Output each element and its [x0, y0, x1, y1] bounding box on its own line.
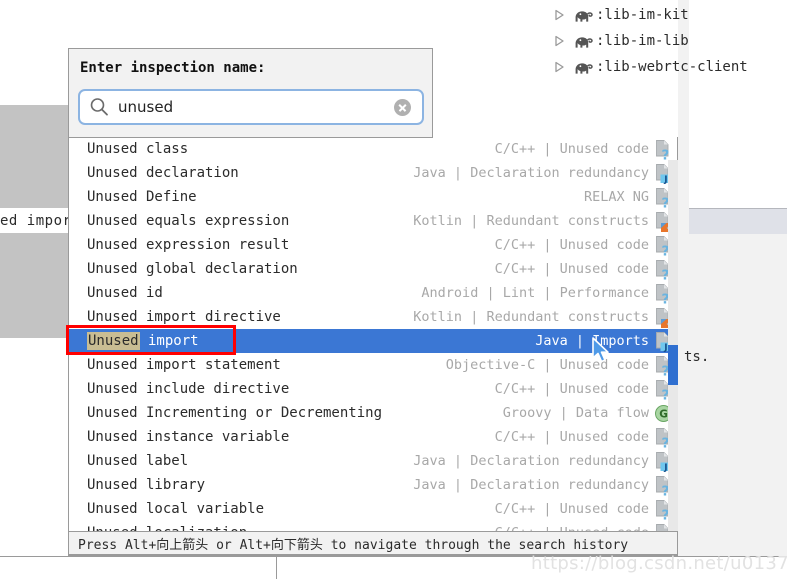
file-question-icon: ? — [653, 139, 674, 164]
result-row-name: Unused Define — [87, 189, 197, 205]
result-row-meta: RELAX NG — [583, 189, 649, 205]
result-row-meta: Groovy | Data flow — [502, 405, 649, 421]
gradle-elephant-icon — [570, 33, 596, 50]
result-row-name: Unused Incrementing or Decrementing — [87, 405, 383, 421]
result-row-meta: C/C++ | Unused code — [494, 501, 649, 517]
clear-circle-icon[interactable] — [394, 98, 411, 116]
background-bottom-divider — [276, 556, 277, 579]
gradle-tree-label: :lib-webrtc-client — [596, 59, 748, 75]
watermark: https://blog.csdn.net/u013718730 — [531, 553, 787, 574]
result-row-name: Unused instance variable — [87, 429, 290, 445]
chevron-right-icon[interactable] — [548, 9, 570, 21]
inspection-results-list[interactable]: Unused class C/C++ | Unused code? Unused d… — [68, 137, 678, 556]
result-row[interactable]: Unused library Java | Declaration redunda… — [69, 473, 677, 500]
result-row-name: Unused import — [87, 332, 199, 350]
result-row[interactable]: Unused include directive C/C++ | Unused c… — [69, 377, 677, 404]
mouse-cursor-icon — [592, 337, 612, 369]
chevron-right-icon[interactable] — [548, 35, 570, 47]
background-text-ts-fragment: ts. — [684, 349, 710, 365]
background-right-content-panel — [689, 234, 787, 579]
result-row-name: Unused expression result — [87, 237, 290, 253]
gradle-elephant-icon — [570, 59, 596, 76]
search-history-hint-bar: Press Alt+向上箭头 or Alt+向下箭头 to navigate t… — [68, 531, 678, 555]
result-row-name: Unused local variable — [87, 501, 265, 517]
svg-text:G: G — [659, 409, 668, 421]
result-row-meta: Kotlin | Redundant constructs — [413, 213, 649, 229]
result-row-meta: C/C++ | Unused code — [494, 381, 649, 397]
result-row-name: Unused id — [87, 285, 163, 301]
search-history-hint-text: Press Alt+向上箭头 or Alt+向下箭头 to navigate t… — [78, 537, 629, 553]
result-row-name: Unused import directive — [87, 309, 281, 325]
result-row-name: Unused label — [87, 453, 189, 469]
search-field-wrapper[interactable] — [78, 89, 424, 125]
gradle-tree-row[interactable]: :lib-im-lib — [548, 28, 787, 54]
svg-text:J: J — [663, 175, 667, 184]
inspection-name-popup: Enter inspection name: — [68, 48, 433, 138]
result-row[interactable]: Unused id Android | Lint | Performance? — [69, 281, 677, 308]
result-row-name: Unused global declaration — [87, 261, 298, 277]
gradle-project-tree: :lib-im-kit :lib-im-lib :lib-webrtc-client — [548, 2, 787, 80]
result-row[interactable]: Unused Incrementing or Decrementing Groov… — [69, 401, 677, 425]
results-scrollbar-thumb[interactable] — [668, 345, 678, 385]
result-row[interactable]: Unused local variable C/C++ | Unused code… — [69, 497, 677, 524]
svg-text:J: J — [663, 463, 667, 472]
result-row[interactable]: Unused declaration Java | Declaration red… — [69, 161, 677, 185]
match-highlight: Unused — [87, 332, 140, 350]
result-row[interactable]: Unused import statement Objective-C | Unu… — [69, 353, 677, 380]
result-row-meta: Java | Declaration redundancy — [413, 165, 649, 181]
search-input[interactable] — [116, 97, 394, 117]
result-row-name: Unused class — [87, 141, 189, 157]
result-row-meta: C/C++ | Unused code — [494, 237, 649, 253]
chevron-right-icon[interactable] — [548, 61, 570, 73]
search-icon — [88, 96, 110, 118]
result-row-meta: C/C++ | Unused code — [494, 261, 649, 277]
result-row[interactable]: Unused class C/C++ | Unused code? — [69, 137, 677, 164]
result-row-selected[interactable]: Unused import Java | Imports J — [69, 329, 677, 353]
result-row[interactable]: Unused label Java | Declaration redundanc… — [69, 449, 677, 473]
result-row[interactable]: Unused expression result C/C++ | Unused c… — [69, 233, 677, 260]
result-row-meta: Kotlin | Redundant constructs — [413, 309, 649, 325]
result-row-name: Unused equals expression — [87, 213, 290, 229]
background-right-header-panel — [689, 208, 787, 236]
gradle-tree-row[interactable]: :lib-webrtc-client — [548, 54, 787, 80]
result-row[interactable]: Unused equals expression Kotlin | Redunda… — [69, 209, 677, 233]
result-row-name: Unused import statement — [87, 357, 281, 373]
svg-text:?: ? — [662, 148, 670, 161]
gradle-tree-label: :lib-im-lib — [596, 33, 689, 49]
popup-title: Enter inspection name: — [80, 60, 266, 76]
result-row[interactable]: Unused Define RELAX NG? — [69, 185, 677, 212]
result-row[interactable]: Unused instance variable C/C++ | Unused c… — [69, 425, 677, 452]
gradle-tree-row[interactable]: :lib-im-kit — [548, 2, 787, 28]
result-row-meta: C/C++ | Unused code — [494, 429, 649, 445]
result-row-meta: Java | Declaration redundancy — [413, 453, 649, 469]
result-row-meta: Java | Declaration redundancy — [413, 477, 649, 493]
result-row[interactable]: Unused global declaration C/C++ | Unused … — [69, 257, 677, 284]
result-row-meta: Android | Lint | Performance — [421, 285, 649, 301]
result-row-name: Unused declaration — [87, 165, 239, 181]
result-row[interactable]: Unused import directive Kotlin | Redundan… — [69, 305, 677, 329]
result-row-meta: Objective-C | Unused code — [445, 357, 649, 373]
result-row-meta: C/C++ | Unused code — [494, 141, 649, 157]
gradle-elephant-icon — [570, 7, 596, 24]
gradle-tree-label: :lib-im-kit — [596, 7, 689, 23]
result-row-name: Unused include directive — [87, 381, 290, 397]
background-right-gutter — [678, 0, 689, 579]
result-row-name: Unused library — [87, 477, 206, 493]
svg-text:J: J — [663, 343, 667, 352]
